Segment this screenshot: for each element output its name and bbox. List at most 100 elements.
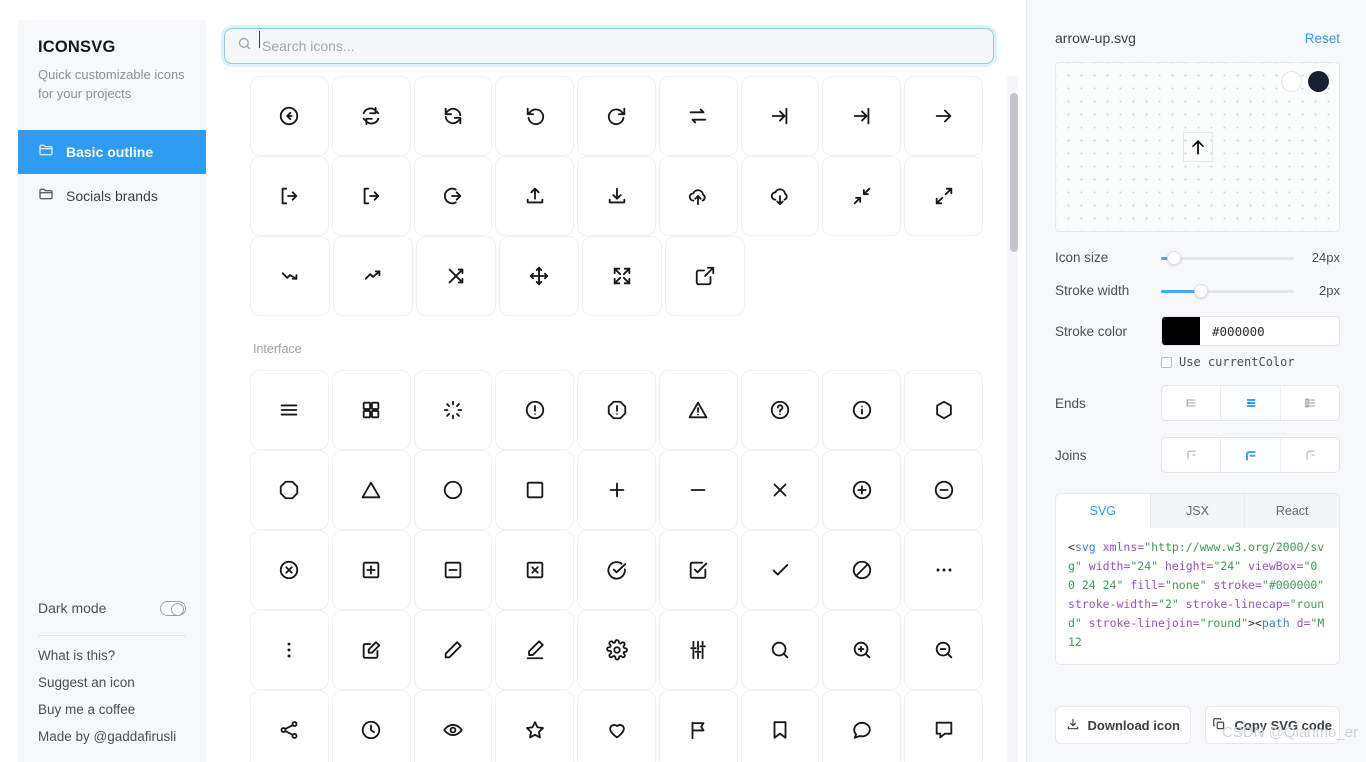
icon-cell-circle[interactable]	[413, 450, 493, 530]
icon-cell-check-square[interactable]	[658, 530, 738, 610]
miter-join-icon[interactable]	[1162, 438, 1222, 472]
link-made-by[interactable]: Made by @gaddafirusli	[38, 729, 186, 744]
icon-cell-minus-square[interactable]	[413, 530, 493, 610]
icon-grid-scrollbar[interactable]	[1007, 76, 1018, 762]
icon-cell-download[interactable]	[577, 156, 656, 236]
icon-cell-arrow-right[interactable]	[904, 76, 984, 156]
stroke-color-swatch[interactable]	[1162, 317, 1200, 345]
sidebar-item-basic-outline[interactable]: Basic outline	[18, 129, 206, 174]
icon-cell-plus[interactable]	[577, 450, 656, 530]
sidebar-item-socials-brands[interactable]: Socials brands	[18, 174, 206, 218]
dark-mode-toggle[interactable]	[160, 600, 186, 616]
icon-cell-alert-circle[interactable]	[495, 370, 575, 450]
icon-cell-help-circle[interactable]	[740, 370, 820, 450]
round-cap-icon[interactable]	[1221, 386, 1281, 420]
icon-cell-check[interactable]	[740, 530, 820, 610]
icon-cell-expand[interactable]	[582, 236, 662, 316]
icon-cell-share[interactable]	[250, 690, 329, 762]
icon-cell-arrow-right-circle[interactable]	[413, 156, 493, 236]
icon-cell-x-circle[interactable]	[250, 530, 329, 610]
reset-button[interactable]: Reset	[1305, 31, 1340, 46]
icon-cell-grid[interactable]	[331, 370, 411, 450]
icon-cell-maximize[interactable]	[904, 156, 984, 236]
icon-cell-rotate-ccw[interactable]	[495, 76, 575, 156]
icon-cell-flag[interactable]	[658, 690, 738, 762]
icon-cell-upload-cloud[interactable]	[658, 156, 738, 236]
icon-preview-canvas[interactable]	[1055, 62, 1340, 232]
icon-cell-eye[interactable]	[413, 690, 493, 762]
tab-svg[interactable]: SVG	[1056, 494, 1151, 528]
icon-cell-zoom-out[interactable]	[904, 610, 984, 690]
icon-cell-plus-square[interactable]	[331, 530, 411, 610]
icon-cell-transfer[interactable]	[658, 76, 738, 156]
icon-cell-loader[interactable]	[413, 370, 493, 450]
tab-react[interactable]: React	[1245, 494, 1339, 528]
icon-size-slider[interactable]	[1161, 250, 1294, 265]
icon-cell-trending-up[interactable]	[333, 236, 413, 316]
icon-cell-check-circle[interactable]	[577, 530, 656, 610]
icon-cell-minimize[interactable]	[822, 156, 902, 236]
icon-cell-pencil[interactable]	[413, 610, 493, 690]
stroke-width-slider[interactable]	[1161, 283, 1294, 298]
icon-cell-slash[interactable]	[822, 530, 902, 610]
stroke-color-field[interactable]: #000000	[1161, 316, 1340, 346]
icon-cell-shuffle[interactable]	[416, 236, 496, 316]
icon-cell-minus[interactable]	[658, 450, 738, 530]
icon-cell-plus-circle[interactable]	[822, 450, 902, 530]
code-snippet[interactable]: <svg xmlns="http://www.w3.org/2000/svg" …	[1056, 528, 1339, 664]
icon-cell-bookmark[interactable]	[740, 690, 820, 762]
icon-grid-scrollbar-thumb[interactable]	[1010, 93, 1018, 252]
icon-cell-x[interactable]	[740, 450, 820, 530]
icon-cell-zoom-in[interactable]	[822, 610, 902, 690]
icon-cell-log-in-alt[interactable]	[822, 76, 902, 156]
copy-svg-code-button[interactable]: Copy SVG code	[1204, 706, 1340, 744]
icon-cell-sliders[interactable]	[658, 610, 738, 690]
icon-cell-search[interactable]	[740, 610, 820, 690]
download-icon-button[interactable]: Download icon	[1055, 706, 1191, 744]
search-input[interactable]: Search icons...	[224, 28, 994, 64]
bevel-join-icon[interactable]	[1281, 438, 1339, 472]
icon-cell-trending-down[interactable]	[250, 236, 330, 316]
icon-cell-log-out-alt[interactable]	[331, 156, 411, 236]
icon-cell-clock[interactable]	[331, 690, 411, 762]
icon-cell-rotate-cw[interactable]	[577, 76, 656, 156]
icon-cell-move[interactable]	[499, 236, 579, 316]
icon-cell-more-horizontal[interactable]	[904, 530, 984, 610]
light-background-swatch[interactable]	[1281, 71, 1302, 92]
icon-cell-edit-underline[interactable]	[495, 610, 575, 690]
dark-background-swatch[interactable]	[1308, 71, 1329, 92]
icon-cell-message-circle[interactable]	[822, 690, 902, 762]
icon-cell-settings[interactable]	[577, 610, 656, 690]
icon-cell-star[interactable]	[495, 690, 575, 762]
link-buy-me-a-coffee[interactable]: Buy me a coffee	[38, 702, 186, 717]
link-suggest-an-icon[interactable]: Suggest an icon	[38, 675, 186, 690]
icon-cell-message-square[interactable]	[904, 690, 984, 762]
icon-cell-refresh[interactable]	[331, 76, 411, 156]
icon-cell-heart[interactable]	[577, 690, 656, 762]
icon-cell-external-link[interactable]	[665, 236, 745, 316]
tab-jsx[interactable]: JSX	[1151, 494, 1246, 528]
square-cap-icon[interactable]	[1281, 386, 1339, 420]
icon-cell-x-square[interactable]	[495, 530, 575, 610]
icon-cell-log-in[interactable]	[740, 76, 820, 156]
icon-cell-hexagon[interactable]	[904, 370, 984, 450]
icon-cell-arrow-left-circle[interactable]	[250, 76, 329, 156]
icon-cell-download-cloud[interactable]	[740, 156, 820, 236]
icon-cell-info[interactable]	[822, 370, 902, 450]
icon-cell-menu[interactable]	[250, 370, 329, 450]
slider-knob[interactable]	[1193, 283, 1208, 298]
icon-cell-alert-triangle[interactable]	[658, 370, 738, 450]
butt-cap-icon[interactable]	[1162, 386, 1222, 420]
icon-cell-minus-circle[interactable]	[904, 450, 984, 530]
icon-cell-log-out[interactable]	[250, 156, 329, 236]
icon-cell-more-vertical[interactable]	[250, 610, 329, 690]
icon-cell-refresh-cw[interactable]	[413, 76, 493, 156]
link-what-is-this[interactable]: What is this?	[38, 648, 186, 663]
icon-cell-edit-square[interactable]	[331, 610, 411, 690]
icon-cell-triangle[interactable]	[331, 450, 411, 530]
icon-cell-octagon[interactable]	[250, 450, 329, 530]
use-currentcolor-checkbox[interactable]	[1161, 356, 1172, 368]
icon-cell-square[interactable]	[495, 450, 575, 530]
slider-knob[interactable]	[1167, 250, 1182, 265]
icon-cell-upload[interactable]	[495, 156, 575, 236]
